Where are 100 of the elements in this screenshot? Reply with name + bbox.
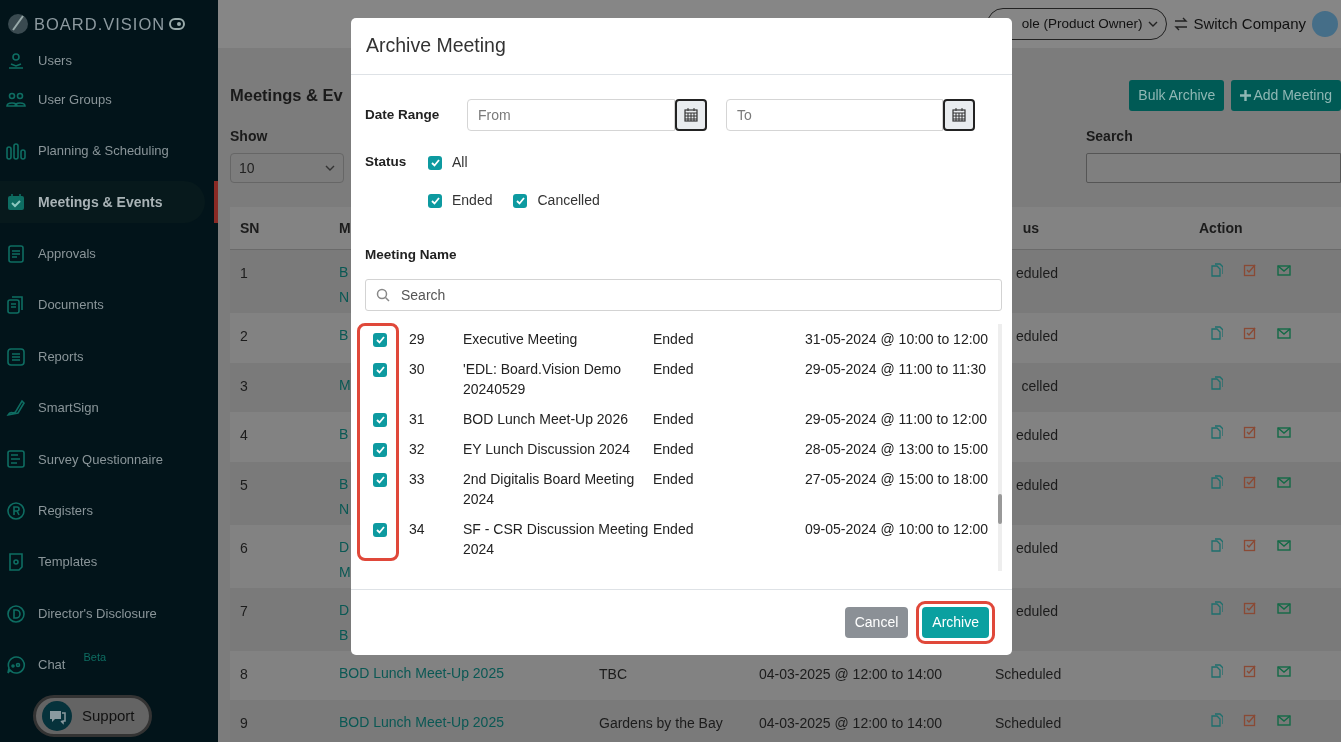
archive-button[interactable]: Archive xyxy=(922,607,989,638)
meeting-link[interactable]: B xyxy=(339,626,349,643)
mail-icon[interactable] xyxy=(1277,326,1291,340)
checkbox[interactable] xyxy=(373,443,387,458)
copy-icon[interactable] xyxy=(1209,425,1223,439)
document-icon xyxy=(6,243,26,264)
meeting-link[interactable]: B xyxy=(339,475,349,492)
date-field[interactable]: To xyxy=(726,99,943,131)
checkbox-edit-icon[interactable] xyxy=(1243,474,1257,489)
copy-icon[interactable] xyxy=(1209,713,1223,727)
list-cell: 31 xyxy=(409,411,425,428)
meeting-link[interactable]: B xyxy=(339,264,349,280)
table-cell-text: celled xyxy=(1020,376,1058,396)
list-cell: 'EDL: Board.Vision Demo 20240529 xyxy=(463,361,622,398)
mail-icon[interactable] xyxy=(1277,537,1291,552)
search-icon xyxy=(376,288,390,303)
mail-icon[interactable] xyxy=(1277,713,1291,727)
checkbox-edit-icon[interactable] xyxy=(1243,326,1257,340)
meeting-link[interactable]: N xyxy=(339,289,350,305)
option-label: Cancelled xyxy=(537,191,600,210)
checkbox[interactable] xyxy=(373,473,387,488)
copy-icon[interactable] xyxy=(1209,375,1223,390)
list-cell: 30 xyxy=(409,361,425,378)
sidebar-item[interactable]: User Groups xyxy=(0,74,205,126)
letter-circle-icon xyxy=(6,603,26,624)
checkbox[interactable] xyxy=(428,155,442,170)
table-cell-text: eduled xyxy=(1014,538,1058,558)
checkbox-edit-icon[interactable] xyxy=(1243,663,1257,678)
copy-icon[interactable] xyxy=(1209,600,1223,615)
table-cell-text: eduled xyxy=(1014,475,1058,495)
sidebar-item[interactable]: Documents xyxy=(0,279,205,331)
table-cell: 8 xyxy=(240,665,248,682)
meeting-link[interactable]: M xyxy=(339,563,351,580)
mail-icon[interactable] xyxy=(1277,425,1291,439)
copy-icon[interactable] xyxy=(1209,326,1223,340)
switch-company-link[interactable]: Switch Company xyxy=(1173,12,1306,36)
mail-icon[interactable] xyxy=(1277,600,1291,615)
toolbar-button[interactable]: Bulk Archive xyxy=(1129,80,1225,111)
list-cell: 28-05-2024 @ 13:00 to 15:00 xyxy=(805,441,989,458)
checkbox-edit-icon[interactable] xyxy=(1243,263,1257,277)
field-label: Status xyxy=(365,153,408,172)
chat-bubble-icon xyxy=(42,701,72,731)
column-header: SN xyxy=(240,219,260,236)
support-button[interactable]: Support xyxy=(33,695,152,737)
date-field[interactable]: From xyxy=(467,99,675,131)
table-cell: 7 xyxy=(240,602,248,619)
mail-icon[interactable] xyxy=(1277,474,1291,489)
copy-icon[interactable] xyxy=(1209,263,1223,277)
checkbox-edit-icon[interactable] xyxy=(1243,537,1257,552)
sidebar-item[interactable]: Approvals xyxy=(0,228,205,280)
search-field[interactable] xyxy=(1086,153,1341,183)
checkbox[interactable] xyxy=(513,193,528,208)
list-cell: Ended xyxy=(653,521,694,538)
checklist-icon xyxy=(6,449,26,470)
checkbox-edit-icon[interactable] xyxy=(1243,713,1257,727)
scrollbar-thumb[interactable] xyxy=(998,494,1002,525)
sidebar-item[interactable]: SmartSign xyxy=(0,382,205,434)
checkbox[interactable] xyxy=(373,363,387,378)
meeting-link[interactable]: D xyxy=(339,538,350,555)
meeting-link[interactable]: BOD Lunch Meet-Up 2025 xyxy=(339,664,504,681)
meeting-link[interactable]: BOD Lunch Meet-Up 2025 xyxy=(339,714,504,730)
sidebar-item[interactable]: Templates xyxy=(0,536,205,588)
checkbox[interactable] xyxy=(373,523,387,538)
calendar-button[interactable] xyxy=(943,99,975,131)
checkbox[interactable] xyxy=(428,193,442,208)
copy-icon[interactable] xyxy=(1209,663,1223,678)
mail-icon[interactable] xyxy=(1277,263,1291,277)
sidebar-item[interactable]: Reports xyxy=(0,330,205,383)
meeting-link[interactable]: N xyxy=(339,500,350,517)
meeting-link[interactable]: B xyxy=(339,426,349,442)
page-size-select[interactable]: 10 xyxy=(230,153,344,183)
logo-text: BOARD.VISION xyxy=(34,13,166,35)
cancel-button[interactable]: Cancel xyxy=(844,607,909,638)
sidebar-item[interactable]: Users xyxy=(0,48,205,74)
meeting-link[interactable]: D xyxy=(339,601,350,618)
checkbox[interactable] xyxy=(373,333,387,348)
sidebar-item[interactable]: Chat Beta xyxy=(0,639,205,691)
sidebar-item[interactable]: Survey Questionnaire xyxy=(0,433,205,486)
mail-icon[interactable] xyxy=(1277,663,1291,678)
copy-icon[interactable] xyxy=(1209,537,1223,552)
meeting-link[interactable]: B xyxy=(339,327,349,343)
sidebar-item[interactable]: Registers xyxy=(0,485,205,537)
copy-icon[interactable] xyxy=(1209,474,1223,489)
sidebar-item[interactable]: Director's Disclosure xyxy=(0,587,205,640)
meeting-link[interactable]: M xyxy=(339,376,351,393)
sidebar-item[interactable]: Planning & Scheduling xyxy=(0,125,205,177)
table-cell: Gardens by the Bay xyxy=(599,715,723,731)
calendar-button[interactable] xyxy=(675,99,707,131)
table-cell: 5 xyxy=(240,476,248,493)
toolbar-button[interactable]: Add Meeting xyxy=(1231,80,1341,111)
checkbox-edit-icon[interactable] xyxy=(1243,425,1257,439)
list-cell: 09-05-2024 @ 10:00 to 12:00 xyxy=(805,521,989,538)
checkbox-edit-icon[interactable] xyxy=(1243,600,1257,615)
avatar[interactable] xyxy=(1312,11,1338,37)
table-cell-text: eduled xyxy=(1014,601,1058,621)
list-cell: 31-05-2024 @ 10:00 to 12:00 xyxy=(805,331,989,348)
checkbox[interactable] xyxy=(373,413,387,428)
table-cell: 04-03-2025 @ 12:00 to 14:00 xyxy=(759,665,943,682)
table-cell-text: eduled xyxy=(1014,426,1058,445)
field-label: Meeting Name xyxy=(365,246,458,264)
